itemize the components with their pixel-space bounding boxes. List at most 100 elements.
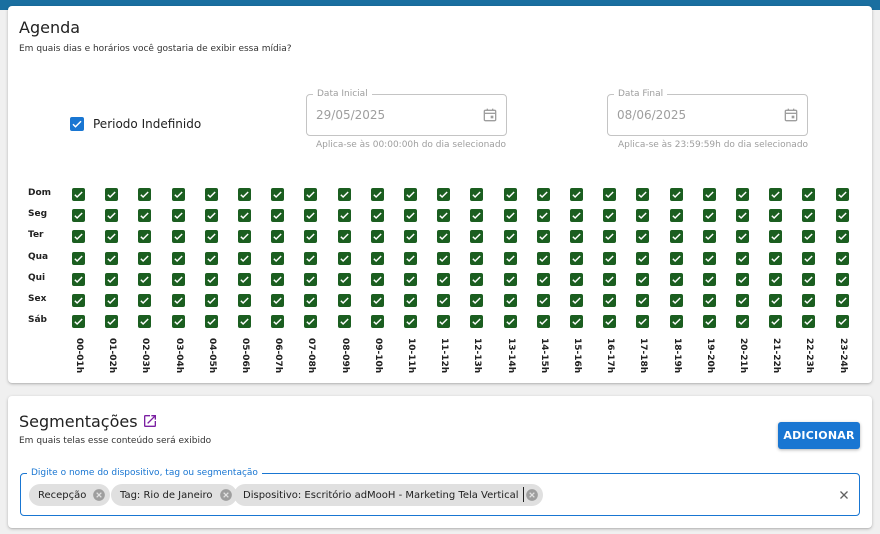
end-date-value[interactable]: 08/06/2025	[617, 108, 686, 122]
schedule-checkbox-6-23[interactable]	[835, 315, 849, 329]
schedule-checkbox-1-11[interactable]	[437, 209, 451, 223]
schedule-checkbox-6-21[interactable]	[769, 315, 783, 329]
schedule-checkbox-6-20[interactable]	[736, 315, 749, 329]
schedule-checkbox-3-16[interactable]	[603, 251, 617, 265]
periodo-indefinido-label[interactable]: Periodo Indefinido	[93, 117, 201, 131]
calendar-icon[interactable]	[783, 107, 799, 123]
schedule-checkbox-0-8[interactable]	[337, 188, 351, 201]
schedule-checkbox-3-3[interactable]	[171, 251, 185, 265]
schedule-checkbox-6-9[interactable]	[370, 315, 384, 329]
schedule-checkbox-2-20[interactable]	[736, 230, 749, 244]
schedule-checkbox-0-2[interactable]	[138, 188, 152, 201]
schedule-checkbox-4-1[interactable]	[105, 272, 119, 286]
schedule-checkbox-6-22[interactable]	[802, 315, 816, 329]
schedule-checkbox-3-17[interactable]	[636, 251, 650, 265]
schedule-checkbox-0-10[interactable]	[404, 188, 417, 201]
schedule-checkbox-3-13[interactable]	[503, 251, 517, 265]
schedule-checkbox-2-9[interactable]	[370, 230, 384, 244]
schedule-checkbox-6-18[interactable]	[669, 315, 683, 329]
schedule-checkbox-2-6[interactable]	[271, 230, 285, 244]
start-date-value[interactable]: 29/05/2025	[316, 108, 385, 122]
schedule-checkbox-5-15[interactable]	[570, 294, 583, 307]
schedule-checkbox-2-3[interactable]	[171, 230, 185, 244]
schedule-checkbox-0-23[interactable]	[835, 188, 849, 201]
schedule-checkbox-5-13[interactable]	[503, 294, 517, 307]
schedule-checkbox-2-21[interactable]	[769, 230, 783, 244]
schedule-checkbox-5-22[interactable]	[802, 294, 816, 307]
schedule-checkbox-6-12[interactable]	[470, 315, 484, 329]
schedule-checkbox-3-5[interactable]	[238, 251, 251, 265]
chip-delete-icon[interactable]	[525, 488, 539, 502]
schedule-checkbox-0-4[interactable]	[204, 188, 218, 201]
schedule-checkbox-0-11[interactable]	[437, 188, 451, 201]
schedule-checkbox-1-19[interactable]	[702, 209, 716, 223]
schedule-checkbox-0-3[interactable]	[171, 188, 185, 201]
schedule-checkbox-6-10[interactable]	[404, 315, 417, 329]
schedule-checkbox-5-14[interactable]	[536, 294, 550, 307]
schedule-checkbox-2-22[interactable]	[802, 230, 816, 244]
schedule-checkbox-6-3[interactable]	[171, 315, 185, 329]
schedule-checkbox-5-6[interactable]	[271, 294, 285, 307]
schedule-checkbox-2-19[interactable]	[702, 230, 716, 244]
start-date-field[interactable]: Data Inicial 29/05/2025	[306, 89, 507, 136]
schedule-checkbox-5-18[interactable]	[669, 294, 683, 307]
schedule-checkbox-4-13[interactable]	[503, 272, 517, 286]
schedule-checkbox-1-3[interactable]	[171, 209, 185, 223]
schedule-checkbox-4-20[interactable]	[736, 272, 749, 286]
schedule-checkbox-1-12[interactable]	[470, 209, 484, 223]
schedule-checkbox-4-8[interactable]	[337, 272, 351, 286]
schedule-checkbox-2-11[interactable]	[437, 230, 451, 244]
schedule-checkbox-4-17[interactable]	[636, 272, 650, 286]
schedule-checkbox-0-22[interactable]	[802, 188, 816, 201]
schedule-checkbox-5-8[interactable]	[337, 294, 351, 307]
schedule-checkbox-3-8[interactable]	[337, 251, 351, 265]
schedule-checkbox-3-2[interactable]	[138, 251, 152, 265]
schedule-checkbox-1-5[interactable]	[238, 209, 251, 223]
schedule-checkbox-5-20[interactable]	[736, 294, 749, 307]
schedule-checkbox-6-16[interactable]	[603, 315, 617, 329]
schedule-checkbox-6-7[interactable]	[304, 315, 318, 329]
schedule-checkbox-5-4[interactable]	[204, 294, 218, 307]
schedule-checkbox-0-13[interactable]	[503, 188, 517, 201]
schedule-checkbox-4-15[interactable]	[570, 272, 583, 286]
schedule-checkbox-5-19[interactable]	[702, 294, 716, 307]
schedule-checkbox-4-16[interactable]	[603, 272, 617, 286]
schedule-checkbox-1-2[interactable]	[138, 209, 152, 223]
chip-delete-icon[interactable]	[219, 488, 233, 502]
schedule-checkbox-6-17[interactable]	[636, 315, 650, 329]
schedule-checkbox-2-1[interactable]	[105, 230, 119, 244]
clear-icon[interactable]	[837, 488, 851, 502]
schedule-checkbox-1-20[interactable]	[736, 209, 749, 223]
schedule-checkbox-1-7[interactable]	[304, 209, 318, 223]
schedule-checkbox-3-0[interactable]	[72, 251, 85, 265]
schedule-checkbox-1-17[interactable]	[636, 209, 650, 223]
schedule-checkbox-4-9[interactable]	[370, 272, 384, 286]
schedule-checkbox-6-8[interactable]	[337, 315, 351, 329]
schedule-checkbox-2-8[interactable]	[337, 230, 351, 244]
schedule-checkbox-5-23[interactable]	[835, 294, 849, 307]
schedule-checkbox-6-13[interactable]	[503, 315, 517, 329]
schedule-checkbox-4-5[interactable]	[238, 272, 251, 286]
schedule-checkbox-6-0[interactable]	[72, 315, 85, 329]
schedule-checkbox-2-0[interactable]	[72, 230, 85, 244]
schedule-checkbox-6-19[interactable]	[702, 315, 716, 329]
calendar-icon[interactable]	[482, 107, 498, 123]
schedule-checkbox-1-15[interactable]	[570, 209, 583, 223]
chip-delete-icon[interactable]	[92, 488, 106, 502]
schedule-checkbox-2-16[interactable]	[603, 230, 617, 244]
schedule-checkbox-4-18[interactable]	[669, 272, 683, 286]
schedule-checkbox-0-19[interactable]	[702, 188, 716, 201]
schedule-checkbox-1-0[interactable]	[72, 209, 85, 223]
adicionar-button[interactable]: ADICIONAR	[778, 422, 860, 449]
schedule-checkbox-1-13[interactable]	[503, 209, 517, 223]
schedule-checkbox-3-12[interactable]	[470, 251, 484, 265]
schedule-checkbox-2-13[interactable]	[503, 230, 517, 244]
schedule-checkbox-3-6[interactable]	[271, 251, 285, 265]
schedule-checkbox-0-20[interactable]	[736, 188, 749, 201]
schedule-checkbox-5-17[interactable]	[636, 294, 650, 307]
schedule-checkbox-3-11[interactable]	[437, 251, 451, 265]
schedule-checkbox-6-1[interactable]	[105, 315, 119, 329]
schedule-checkbox-1-22[interactable]	[802, 209, 816, 223]
schedule-checkbox-4-22[interactable]	[802, 272, 816, 286]
schedule-checkbox-3-20[interactable]	[736, 251, 749, 265]
